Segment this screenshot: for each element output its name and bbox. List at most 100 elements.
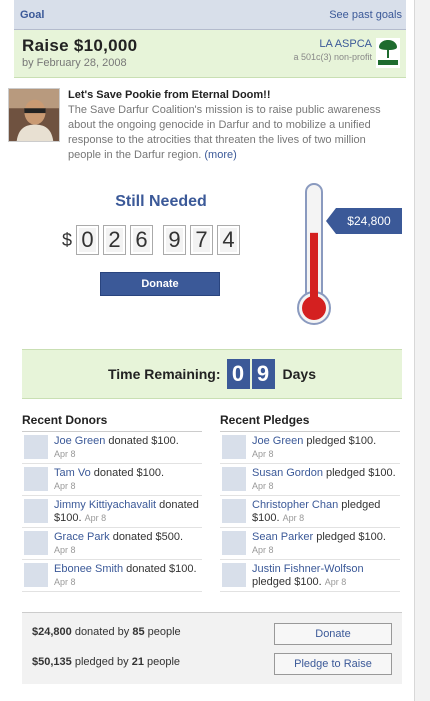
save-darfur-logo (376, 38, 400, 68)
donor-action: donated $100. (105, 435, 179, 447)
recent-donors-title: Recent Donors (22, 413, 202, 432)
donor-date: Apr 8 (84, 513, 107, 523)
time-remaining-label: Time Remaining: (107, 366, 221, 382)
donate-button[interactable]: Donate (100, 272, 220, 296)
days-digit: 9 (251, 359, 275, 389)
pledged-by-text: pledged by (71, 656, 132, 668)
days-unit: Days (282, 366, 316, 382)
list-item: Sean Parker pledged $100. Apr 8 (220, 528, 400, 560)
goal-widget: Goal See past goals Raise $10,000 by Feb… (14, 0, 406, 78)
pledger-name-link[interactable]: Susan Gordon (252, 467, 323, 479)
donated-total: $24,800 (32, 626, 72, 638)
donated-people-text: people (144, 626, 181, 638)
avatar[interactable] (24, 467, 48, 491)
list-item: Susan Gordon pledged $100. Apr 8 (220, 464, 400, 496)
pledged-summary: $50,135 pledged by 21 people (32, 656, 180, 668)
totals-footer: $24,800 donated by 85 people $50,135 ple… (22, 612, 402, 684)
pledge-action: pledged $100. (303, 435, 377, 447)
thermometer-mercury (310, 232, 318, 306)
counter-digit: 2 (103, 225, 127, 255)
avatar[interactable] (24, 563, 48, 587)
donor-action: donated $500. (109, 531, 184, 543)
avatar[interactable] (222, 531, 246, 555)
counter-digit: 6 (130, 225, 154, 255)
goal-photo (8, 88, 60, 142)
avatar[interactable] (24, 499, 48, 523)
counter-digit: 0 (76, 225, 100, 255)
pledged-total: $50,135 (32, 656, 72, 668)
pledge-date: Apr 8 (252, 481, 274, 491)
recent-pledges: Recent Pledges Joe Green pledged $100. Ap… (220, 413, 400, 592)
donor-date: Apr 8 (54, 449, 76, 459)
donor-date: Apr 8 (54, 481, 76, 491)
fundraising-thermometer (297, 183, 331, 325)
counter-digit: 9 (163, 225, 187, 255)
goal-title: Goal (20, 8, 45, 21)
recent-pledges-title: Recent Pledges (220, 413, 400, 432)
donor-name-link[interactable]: Jimmy Kittiyachavalit (54, 499, 156, 511)
description-text: Let's Save Pookie from Eternal Doom!! Th… (68, 88, 398, 163)
time-remaining: Time Remaining: 0 9 Days (22, 349, 402, 399)
pledge-date: Apr 8 (282, 513, 305, 523)
donor-date: Apr 8 (54, 545, 76, 555)
raised-amount-label: $24,800 (336, 208, 402, 234)
list-item: Joe Green pledged $100. Apr 8 (220, 432, 400, 464)
list-item: Jimmy Kittiyachavalit donated $100. Apr … (22, 496, 202, 528)
donor-date: Apr 8 (54, 577, 76, 587)
donor-action: donated $100. (123, 563, 197, 575)
organization-name-link[interactable]: LA ASPCA (293, 38, 372, 50)
organization-type: a 501c(3) non-profit (293, 52, 372, 62)
still-needed-label: Still Needed (115, 193, 207, 210)
list-item: Grace Park donated $500. Apr 8 (22, 528, 202, 560)
list-item: Justin Fishner-Wolfson pledged $100. Apr… (220, 560, 400, 592)
avatar[interactable] (222, 563, 246, 587)
raised-amount-pointer: $24,800 (326, 208, 402, 234)
pledge-date: Apr 8 (324, 577, 347, 587)
donor-name-link[interactable]: Ebonee Smith (54, 563, 123, 575)
pledged-people-text: people (143, 656, 181, 668)
avatar[interactable] (222, 499, 246, 523)
pledge-to-raise-button[interactable]: Pledge to Raise (274, 653, 392, 675)
donor-count: 85 (132, 626, 145, 638)
avatar[interactable] (24, 435, 48, 459)
organization: LA ASPCA a 501c(3) non-profit (293, 38, 372, 62)
pledge-date: Apr 8 (252, 449, 274, 459)
raise-summary: Raise $10,000 by February 28, 2008 LA AS… (14, 30, 406, 78)
donated-summary: $24,800 donated by 85 people (32, 626, 181, 638)
pledger-count: 21 (131, 656, 144, 668)
pledger-name-link[interactable]: Justin Fishner-Wolfson (252, 563, 364, 575)
currency-symbol: $ (62, 229, 73, 250)
donated-by-text: donated by (71, 626, 133, 638)
amount-needed-counter: $ 0 2 6 9 7 4 (62, 225, 244, 255)
donor-name-link[interactable]: Joe Green (54, 435, 105, 447)
more-link[interactable]: (more) (204, 149, 236, 161)
goal-header: Goal See past goals (14, 0, 406, 30)
pledge-date: Apr 8 (252, 545, 274, 555)
counter-digit: 4 (217, 225, 241, 255)
list-item: Tam Vo donated $100. Apr 8 (22, 464, 202, 496)
right-page-rule (414, 0, 430, 701)
donor-name-link[interactable]: Grace Park (54, 531, 110, 543)
see-past-goals-link[interactable]: See past goals (329, 9, 402, 21)
recent-donors: Recent Donors Joe Green donated $100. Apr… (22, 413, 202, 592)
list-item: Joe Green donated $100. Apr 8 (22, 432, 202, 464)
thermometer-bulb (302, 296, 326, 320)
pledge-action: pledged $100. (252, 576, 322, 588)
goal-description: Let's Save Pookie from Eternal Doom!! Th… (8, 88, 400, 161)
description-title: Let's Save Pookie from Eternal Doom!! (68, 89, 271, 101)
avatar[interactable] (222, 435, 246, 459)
avatar[interactable] (24, 531, 48, 555)
donor-name-link[interactable]: Tam Vo (54, 467, 91, 479)
counter-digit: 7 (190, 225, 214, 255)
days-digit: 0 (226, 359, 250, 389)
avatar[interactable] (222, 467, 246, 491)
list-item: Christopher Chan pledged $100. Apr 8 (220, 496, 400, 528)
pledger-name-link[interactable]: Sean Parker (252, 531, 313, 543)
footer-donate-button[interactable]: Donate (274, 623, 392, 645)
list-item: Ebonee Smith donated $100. Apr 8 (22, 560, 202, 592)
pledger-name-link[interactable]: Joe Green (252, 435, 303, 447)
pledger-name-link[interactable]: Christopher Chan (252, 499, 338, 511)
pledge-action: pledged $100. (313, 531, 386, 543)
pledge-action: pledged $100. (322, 467, 396, 479)
pointer-arrow (326, 208, 336, 234)
